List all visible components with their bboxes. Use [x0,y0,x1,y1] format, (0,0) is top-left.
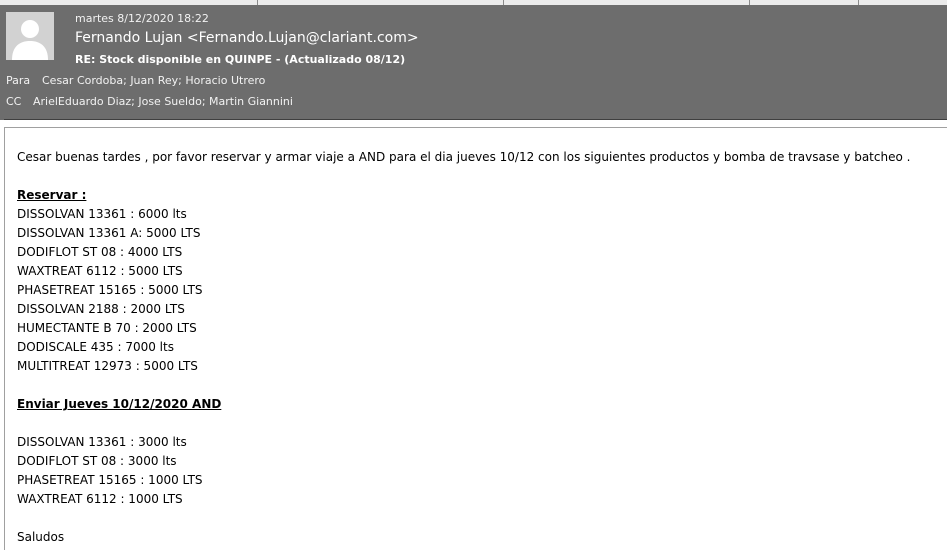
email-header: martes 8/12/2020 18:22 Fernando Lujan <F… [0,5,947,120]
to-row: Para Cesar Cordoba; Juan Rey; Horacio Utr… [6,74,265,87]
send-item: PHASETREAT 15165 : 1000 LTS [17,473,203,487]
sender-name[interactable]: Fernando Lujan <Fernando.Lujan@clariant.… [75,30,419,46]
to-recipients[interactable]: Cesar Cordoba; Juan Rey; Horacio Utrero [42,74,265,87]
cc-recipients[interactable]: ArielEduardo Diaz; Jose Sueldo; Martin G… [33,95,293,108]
reserve-item: DODISCALE 435 : 7000 lts [17,340,174,354]
reserve-item: WAXTREAT 6112 : 5000 LTS [17,264,183,278]
send-item: DISSOLVAN 13361 : 3000 lts [17,435,187,449]
sender-avatar[interactable] [6,12,54,60]
send-item: DODIFLOT ST 08 : 3000 lts [17,454,177,468]
cc-label: CC [6,95,22,108]
intro-text: Cesar buenas tardes , por favor reservar… [17,150,911,164]
send-item: WAXTREAT 6112 : 1000 LTS [17,492,183,506]
reserve-item: PHASETREAT 15165 : 5000 LTS [17,283,203,297]
closing-text: Saludos [17,530,65,544]
to-label: Para [6,74,31,87]
email-subject: RE: Stock disponible en QUINPE - (Actual… [75,53,406,66]
person-icon [6,12,54,60]
cc-row: CC ArielEduardo Diaz; Jose Sueldo; Martin… [6,95,293,108]
reserve-heading: Reservar : [17,188,87,202]
reserve-item: HUMECTANTE B 70 : 2000 LTS [17,321,197,335]
message-body: Cesar buenas tardes , por favor reservar… [17,148,910,547]
reserve-item: DISSOLVAN 2188 : 2000 LTS [17,302,185,316]
reserve-item: MULTITREAT 12973 : 5000 LTS [17,359,198,373]
header-separator [4,119,947,120]
send-heading: Enviar Jueves 10/12/2020 AND [17,397,222,411]
reserve-item: DISSOLVAN 13361 : 6000 lts [17,207,187,221]
reserve-item: DISSOLVAN 13361 A: 5000 LTS [17,226,201,240]
reserve-item: DODIFLOT ST 08 : 4000 LTS [17,245,183,259]
sent-date: martes 8/12/2020 18:22 [75,12,209,25]
